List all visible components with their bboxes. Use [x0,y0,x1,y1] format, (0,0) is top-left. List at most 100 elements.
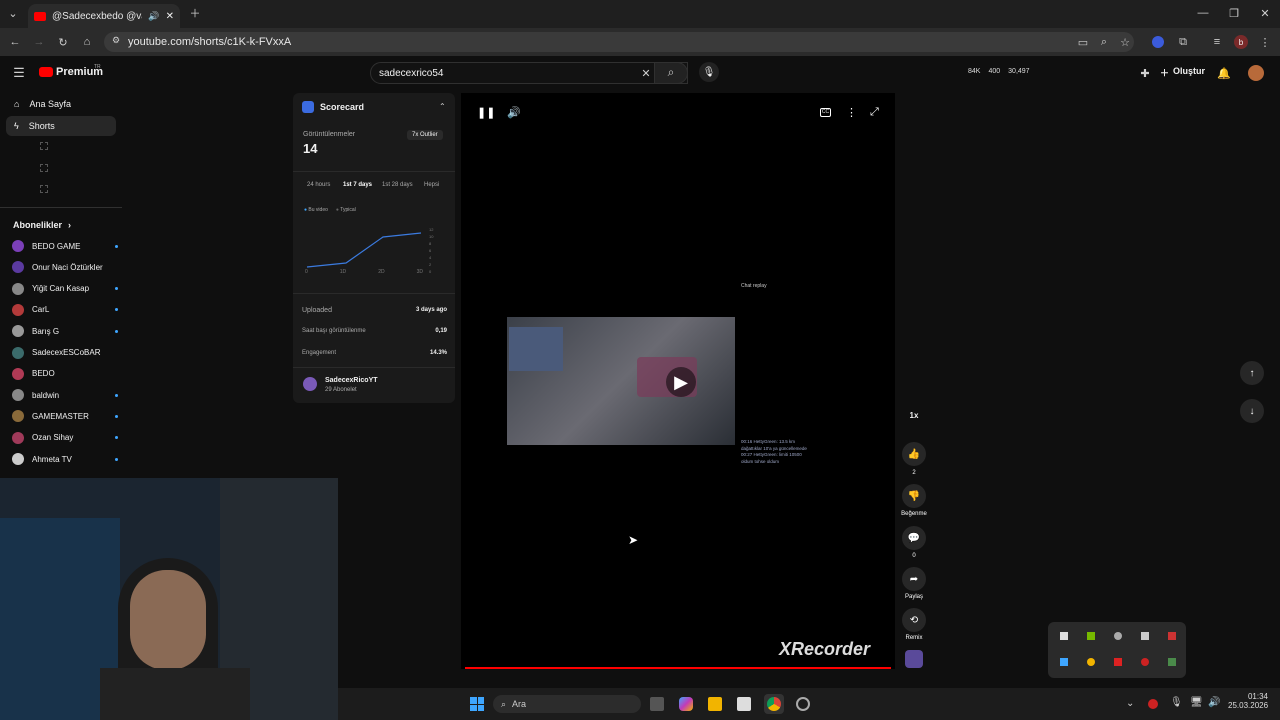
subscription-item[interactable]: baldwin [6,385,118,405]
forward-icon[interactable]: → [32,35,46,49]
fullscreen-icon[interactable]: ⤢ [870,106,879,119]
remix-icon: ⟲ [909,614,919,626]
range-tab-all[interactable]: Hepsi [424,182,439,188]
browser-tab[interactable]: @Sadecexbedo @valorant 🔊 ✕ [28,4,180,28]
subscription-item[interactable]: SadecexESCoBAR [6,343,118,363]
next-short-button[interactable]: ↓ [1240,399,1264,423]
tab-close-icon[interactable]: ✕ [166,11,174,22]
tray-app-icon[interactable] [1168,658,1176,666]
subscription-item[interactable]: Barış G [6,321,118,341]
range-tab-28d[interactable]: 1st 28 days [382,182,413,188]
subscription-item[interactable]: Yiğit Can Kasap [6,279,118,299]
share-button[interactable]: ➦ [902,567,926,591]
subscription-item[interactable]: BEDO [6,364,118,384]
range-tab-7d[interactable]: 1st 7 days [343,182,372,188]
copilot-icon[interactable] [679,697,693,711]
file-explorer-icon[interactable] [708,697,722,711]
new-tab-icon[interactable]: ＋ [188,6,202,20]
chrome-icon[interactable] [1087,658,1095,666]
subscription-name: Ozan Sihay [32,433,74,443]
store-icon[interactable] [737,697,751,711]
taskbar-search[interactable]: ⌕ Ara [493,695,641,713]
bookmark-star-icon[interactable]: ☆ [1118,35,1132,49]
extension-icon[interactable] [1152,36,1164,48]
play-overlay-icon[interactable]: ▶ [666,367,696,397]
clock[interactable]: 01:34 25.03.2026 [1228,692,1268,710]
tray-app-icon[interactable] [1141,658,1149,666]
home-icon[interactable]: ⌂ [80,35,94,49]
previous-short-button[interactable]: ↑ [1240,361,1264,385]
amd-icon[interactable] [1114,658,1122,666]
mic-icon[interactable] [1168,632,1176,640]
hamburger-menu-icon[interactable]: ☰ [12,65,26,80]
progress-bar[interactable] [465,667,891,669]
network-icon[interactable]: 🖥 [1190,697,1203,708]
subscription-item[interactable]: Onur Naci Öztürkler [6,257,118,277]
shorts-video-player[interactable]: ❚❚ 🔊 CC ⋮ ⤢ ▶ Chat replay 00:16 HettyGre… [461,93,895,669]
clear-search-icon[interactable]: ✕ [640,66,652,80]
subscription-item[interactable]: Ahmeta TV [6,449,118,469]
logitech-icon[interactable] [1114,632,1122,640]
youtube-logo-icon[interactable] [39,67,53,77]
sidebar-item-home[interactable]: ⌂ Ana Sayfa [6,94,116,114]
speaker-icon[interactable]: 🔊 [148,11,159,22]
channel-avatar[interactable] [303,377,317,391]
playback-speed[interactable]: 1x [904,411,924,420]
cast-icon[interactable]: ▭ [1076,35,1090,49]
tray-overflow-chevron-icon[interactable]: ⌄ [1126,698,1134,709]
facecam-inset [509,327,563,371]
subscriptions-header[interactable]: Abonelikler › [13,220,71,230]
subscription-item[interactable]: Ozan Sihay [6,428,118,448]
tray-app-icon[interactable] [1060,632,1068,640]
remix-button[interactable]: ⟲ [902,608,926,632]
minimize-icon[interactable]: — [1196,6,1210,20]
microphone-icon[interactable]: 🎙 [1170,697,1183,708]
stat-a: 84K [968,68,981,75]
profile-avatar[interactable]: b [1234,35,1248,49]
chrome-menu-icon[interactable]: ⋮ [1258,35,1272,49]
back-icon[interactable]: ← [8,35,22,49]
nvidia-icon[interactable] [1087,632,1095,640]
media-control-icon[interactable]: ≡ [1210,35,1224,49]
site-info-icon[interactable]: ⚙ [112,35,120,46]
subscription-item[interactable]: GAMEMASTER [6,406,118,426]
chevron-right-icon: › [68,220,72,230]
create-button[interactable]: ＋ Oluştur [1160,66,1205,79]
tab-title: @Sadecexbedo @valorant [52,10,142,22]
like-button[interactable]: 👍 [902,442,926,466]
dislike-button[interactable]: 👎 [902,484,926,508]
sound-avatar[interactable] [905,650,923,668]
comments-button[interactable]: 💬 [902,526,926,550]
tray-app-icon[interactable] [1148,699,1158,709]
start-windows-icon[interactable] [470,697,484,711]
reload-icon[interactable]: ↻ [56,35,70,49]
captions-icon[interactable]: CC [820,108,831,117]
subscription-item[interactable]: CarL [6,300,118,320]
range-tab-24h[interactable]: 24 hours [307,182,330,188]
pause-icon[interactable]: ❚❚ [477,106,495,119]
extension-shorts-icon[interactable]: ✚ [1139,67,1151,80]
address-bar[interactable]: ⚙ youtube.com/shorts/c1K-k-FVxxA [104,32,1134,52]
notifications-bell-icon[interactable]: 🔔 [1217,66,1231,80]
tab-search-chevron-icon[interactable]: ⌄ [6,6,20,20]
tray-app-icon[interactable] [1060,658,1068,666]
collapse-chevron-icon[interactable]: ⌃ [439,102,446,111]
home-icon: ⌂ [14,99,20,109]
chat-replay-label: Chat replay [741,283,767,289]
task-view-icon[interactable] [650,697,664,711]
chrome-taskbar-button[interactable] [764,694,784,714]
restore-icon[interactable]: ❐ [1227,6,1241,20]
more-options-icon[interactable]: ⋮ [846,106,857,119]
subscription-item[interactable]: BEDO GAME [6,236,118,256]
close-window-icon[interactable]: ✕ [1258,6,1272,20]
sidebar-item-shorts[interactable]: ϟ Shorts [6,116,116,136]
account-avatar[interactable] [1248,65,1264,81]
volume-icon[interactable]: 🔊 [1208,697,1220,708]
channel-name[interactable]: SadecexRicoYT [325,377,378,384]
extensions-puzzle-icon[interactable]: ⧉ [1176,35,1190,49]
volume-icon[interactable]: 🔊 [507,106,521,119]
tray-app-icon[interactable] [1141,632,1149,640]
zoom-icon[interactable]: ⌕ [1097,35,1111,49]
app-icon[interactable] [796,697,810,711]
voice-search-mic-icon[interactable]: 🎙 [699,62,719,82]
